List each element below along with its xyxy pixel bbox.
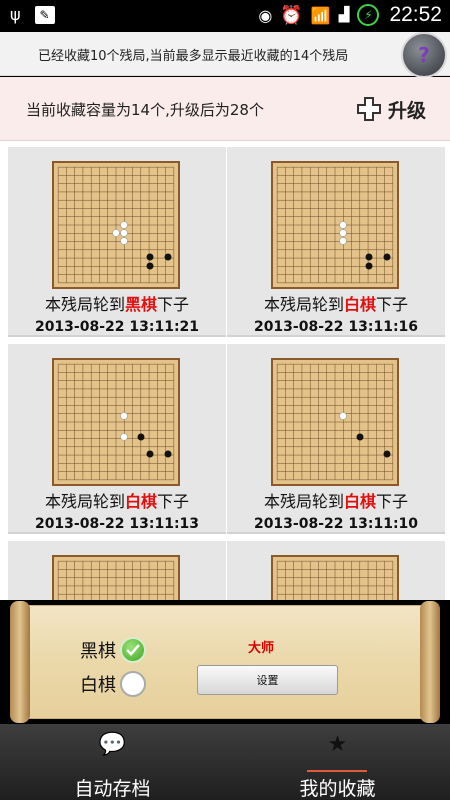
settings-scroll-panel: 黑棋 白棋 大师 设置 bbox=[10, 601, 440, 723]
card-timestamp: 2013-08-22 13:11:10 bbox=[253, 516, 419, 532]
saved-position-card[interactable]: 本残局轮到白棋下子 2013-08-22 13:11:13 bbox=[8, 344, 226, 534]
clock: 22:52 bbox=[389, 3, 442, 26]
tab-my-favorites-label: 我的收藏 bbox=[299, 778, 376, 800]
go-board-thumbnail bbox=[271, 555, 399, 600]
white-option-label: 白棋 bbox=[80, 675, 116, 696]
upgrade-label: 升级 bbox=[388, 99, 427, 122]
black-radio[interactable] bbox=[120, 637, 146, 663]
saved-position-card[interactable]: 本残局轮到白棋下子 2013-08-22 13:11:16 bbox=[227, 147, 445, 337]
go-board-thumbnail bbox=[52, 555, 180, 600]
go-board-thumbnail bbox=[52, 161, 180, 289]
difficulty-level: 大师 bbox=[248, 641, 275, 656]
card-timestamp: 2013-08-22 13:11:13 bbox=[34, 516, 200, 532]
tab-my-favorites[interactable]: ★ 我的收藏 bbox=[225, 724, 450, 800]
status-bar: ψ ✎ ◉ ⏰ 📶 ▟ ⚡ 22:52 bbox=[0, 0, 450, 32]
saved-position-card[interactable]: 本残局轮到白棋下子 2013-08-22 13:11:10 bbox=[227, 344, 445, 534]
card-timestamp: 2013-08-22 13:11:21 bbox=[34, 319, 200, 335]
tab-auto-save-label: 自动存档 bbox=[74, 778, 151, 800]
white-option[interactable]: 白棋 bbox=[80, 671, 146, 697]
help-button[interactable]: ? bbox=[401, 32, 447, 78]
card-turn-text: 本残局轮到白棋下子 bbox=[263, 492, 409, 511]
card-turn-text: 本残局轮到白棋下子 bbox=[44, 492, 190, 511]
card-timestamp: 2013-08-22 13:11:16 bbox=[253, 319, 419, 335]
app-notification-icon: ✎ bbox=[34, 5, 55, 24]
saved-positions-grid: 本残局轮到黑棋下子 2013-08-22 13:11:21 本残局轮到白棋下子 … bbox=[0, 141, 450, 600]
capacity-text: 当前收藏容量为14个,升级后为28个 bbox=[26, 101, 264, 119]
saved-position-card[interactable] bbox=[227, 541, 445, 600]
card-turn-text: 本残局轮到白棋下子 bbox=[263, 295, 409, 314]
notice-bar: 已经收藏10个残局,当前最多显示最近收藏的14个残局 bbox=[0, 32, 450, 76]
usb-icon: ψ bbox=[10, 5, 21, 24]
chat-icon: 💬 bbox=[98, 732, 127, 757]
saved-position-card[interactable] bbox=[8, 541, 226, 600]
checkmark-icon bbox=[126, 644, 140, 656]
upgrade-button[interactable]: 升级 bbox=[356, 91, 426, 127]
go-board-thumbnail bbox=[271, 358, 399, 486]
black-option-label: 黑棋 bbox=[80, 641, 116, 662]
active-tab-indicator bbox=[307, 770, 367, 772]
go-board-thumbnail bbox=[52, 358, 180, 486]
saved-position-card[interactable]: 本残局轮到黑棋下子 2013-08-22 13:11:21 bbox=[8, 147, 226, 337]
card-turn-text: 本残局轮到黑棋下子 bbox=[44, 295, 190, 314]
signal-icon: ▟ bbox=[338, 7, 350, 23]
notice-text: 已经收藏10个残局,当前最多显示最近收藏的14个残局 bbox=[38, 49, 349, 64]
bottom-tab-bar: 💬 自动存档 ★ 我的收藏 bbox=[0, 724, 450, 800]
battery-icon: ⚡ bbox=[357, 4, 380, 26]
star-icon: ★ bbox=[327, 732, 348, 757]
help-icon: ? bbox=[418, 43, 430, 67]
alarm-icon: ⏰ bbox=[280, 4, 303, 26]
go-board-thumbnail bbox=[271, 161, 399, 289]
black-option[interactable]: 黑棋 bbox=[80, 637, 146, 663]
scroll-left-roll bbox=[10, 601, 30, 723]
wifi-icon: 📶 bbox=[310, 5, 331, 25]
settings-button[interactable]: 设置 bbox=[197, 665, 338, 695]
capacity-bar: 当前收藏容量为14个,升级后为28个 升级 bbox=[0, 77, 450, 141]
eye-icon: ◉ bbox=[258, 5, 273, 25]
white-radio[interactable] bbox=[120, 671, 146, 697]
tab-auto-save[interactable]: 💬 自动存档 bbox=[0, 724, 225, 800]
plus-icon bbox=[357, 97, 381, 121]
scroll-right-roll bbox=[420, 601, 440, 723]
